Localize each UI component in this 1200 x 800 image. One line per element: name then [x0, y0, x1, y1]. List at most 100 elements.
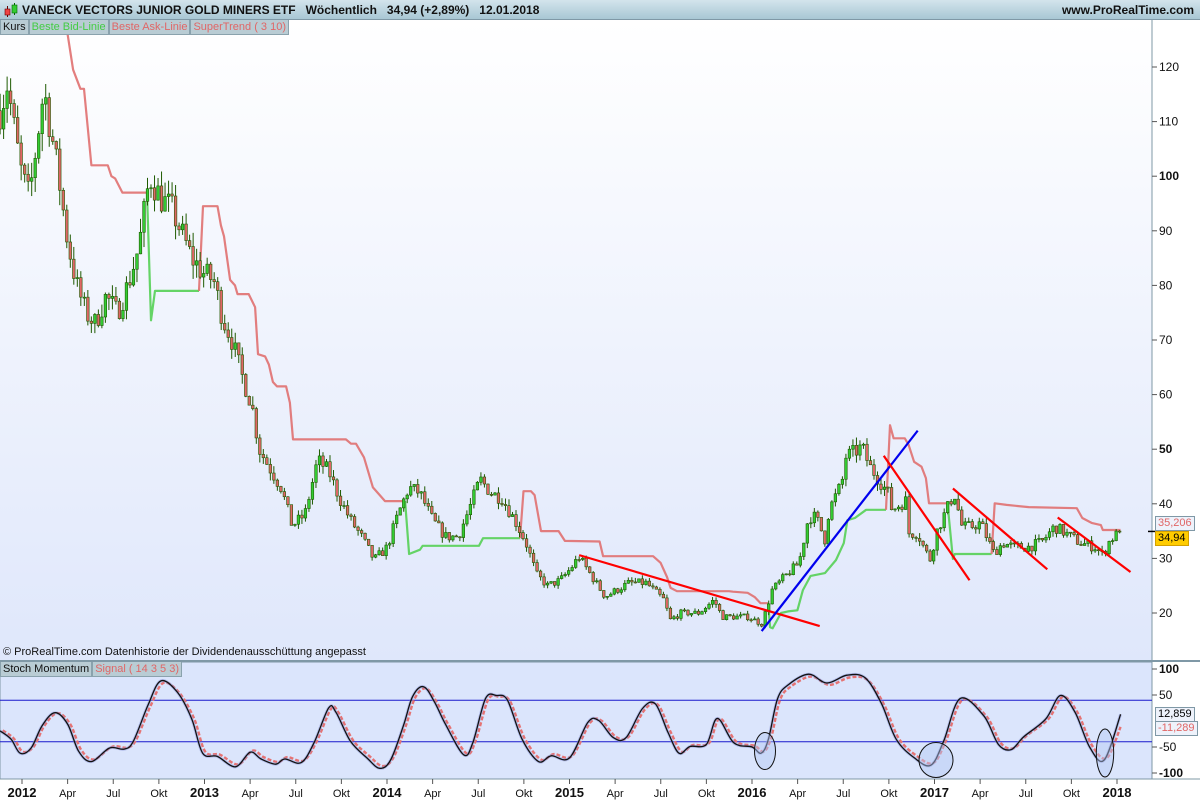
candle-body-down — [521, 532, 525, 540]
annotation-ellipse[interactable] — [754, 732, 776, 770]
legend-tab-stoch-momentum[interactable]: Stoch Momentum — [0, 662, 93, 677]
candle-body-down — [886, 486, 890, 489]
candle-body-down — [458, 536, 462, 539]
candle-body-down — [72, 258, 76, 279]
candle-body-up — [882, 486, 887, 490]
candle-body-up — [903, 496, 908, 510]
candle-body-up — [475, 481, 480, 491]
candle-body-up — [946, 501, 950, 513]
annotation-circle[interactable] — [918, 742, 954, 778]
time-axis-label: 2018 — [1103, 785, 1132, 800]
candle-body-down — [117, 300, 122, 319]
candle — [1114, 529, 1118, 542]
candle — [247, 395, 251, 406]
candle — [770, 586, 774, 605]
candle-body-down — [86, 296, 90, 322]
candle-body-down — [717, 604, 722, 611]
legend-tab-supertrend[interactable]: SuperTrend ( 3 10) — [190, 20, 289, 35]
candle-body-down — [433, 513, 437, 522]
candle-body-up — [461, 523, 465, 538]
candle-body-down — [795, 563, 799, 566]
candle-body-down — [584, 557, 588, 568]
candle-body-up — [724, 614, 729, 620]
candle-body-down — [489, 494, 494, 496]
candle-body-up — [833, 493, 837, 503]
candle — [598, 579, 602, 591]
time-axis-label: Okt — [880, 788, 897, 800]
time-axis-label: Apr — [424, 788, 441, 800]
candle-body-down — [58, 148, 62, 191]
candle-body-down — [261, 454, 265, 459]
candle — [953, 498, 957, 506]
time-axis-label: Okt — [150, 788, 167, 800]
candle-body-up — [402, 498, 406, 509]
candle-body-down — [538, 570, 543, 578]
candle-body-down — [974, 527, 978, 530]
price-axis-tick-label: 20 — [1159, 606, 1173, 620]
candle-body-up — [5, 90, 9, 109]
candle-body-up — [770, 588, 774, 605]
candle-body-up — [307, 499, 311, 509]
candle-body-up — [40, 103, 44, 134]
candle-body-down — [282, 491, 286, 498]
candle — [668, 606, 673, 620]
time-axis-label: Apr — [59, 788, 76, 800]
candle-body-up — [310, 482, 315, 500]
candle-body-down — [363, 532, 367, 540]
price-axis-tick-label: 40 — [1159, 497, 1173, 511]
price-legend-tabs: Kurs Beste Bid-Linie Beste Ask-Linie Sup… — [0, 20, 289, 35]
candle-body-down — [226, 329, 230, 338]
candle-body-down — [300, 514, 304, 519]
time-axis-label: 2013 — [190, 785, 219, 800]
time-axis-label: 2017 — [920, 785, 949, 800]
candle-body-up — [774, 582, 778, 590]
candle-body-down — [531, 552, 536, 563]
candle-body-down — [598, 580, 602, 591]
time-axis-label: Okt — [698, 788, 715, 800]
candle-body-down — [675, 616, 680, 619]
candle-body-down — [244, 374, 248, 397]
candle-body-up — [612, 588, 616, 595]
candle-body-down — [665, 597, 669, 609]
candle-body-up — [837, 484, 841, 495]
price-axis-tick-label: 90 — [1159, 224, 1173, 238]
candle-body-up — [1026, 545, 1031, 552]
candle-body-down — [486, 483, 490, 495]
candle-body-down — [1054, 525, 1059, 534]
candle-body-down — [359, 530, 364, 534]
candle-body-down — [879, 483, 883, 490]
candle-body-down — [988, 537, 992, 542]
legend-tab-ask-line[interactable]: Beste Ask-Linie — [108, 20, 191, 35]
annotation-ellipse[interactable] — [1095, 728, 1115, 778]
candle-body-down — [26, 173, 30, 182]
candle — [774, 582, 778, 591]
last-price-label: 34,94 — [1155, 531, 1189, 546]
candle-body-down — [854, 445, 859, 456]
candle-body-down — [889, 487, 894, 511]
stoch-panel[interactable] — [0, 661, 1153, 780]
time-axis-label: Apr — [242, 788, 259, 800]
chart-canvas[interactable]: 120 110 100 90 80 70 60 50 40 30 20 100 50 -50 -100 201… — [0, 0, 1200, 800]
candle-body-up — [1114, 530, 1118, 541]
candle-body-down — [79, 277, 83, 298]
candle-body-down — [1040, 538, 1045, 541]
candle-body-up — [142, 200, 146, 233]
candle — [391, 520, 395, 547]
site-link[interactable]: www.ProRealTime.com — [1062, 3, 1194, 17]
candle-body-up — [181, 223, 185, 231]
candle-body-up — [847, 448, 852, 459]
candle-body-down — [535, 562, 539, 572]
legend-tab-signal[interactable]: Signal ( 14 3 5 3) — [92, 662, 182, 677]
candle-body-up — [798, 556, 802, 566]
candle-body-down — [254, 408, 258, 439]
candle-body-down — [1075, 534, 1080, 545]
candle-body-up — [1093, 549, 1097, 552]
price-axis-tick-label: 70 — [1159, 333, 1173, 347]
legend-tab-kurs[interactable]: Kurs — [0, 20, 29, 35]
candle-body-up — [391, 523, 395, 544]
candle-body-up — [465, 514, 469, 525]
legend-tab-bid-line[interactable]: Beste Bid-Linie — [28, 20, 109, 35]
candle-body-down — [216, 281, 220, 291]
candle-body-down — [865, 443, 869, 461]
time-axis-label: 2015 — [555, 785, 584, 800]
